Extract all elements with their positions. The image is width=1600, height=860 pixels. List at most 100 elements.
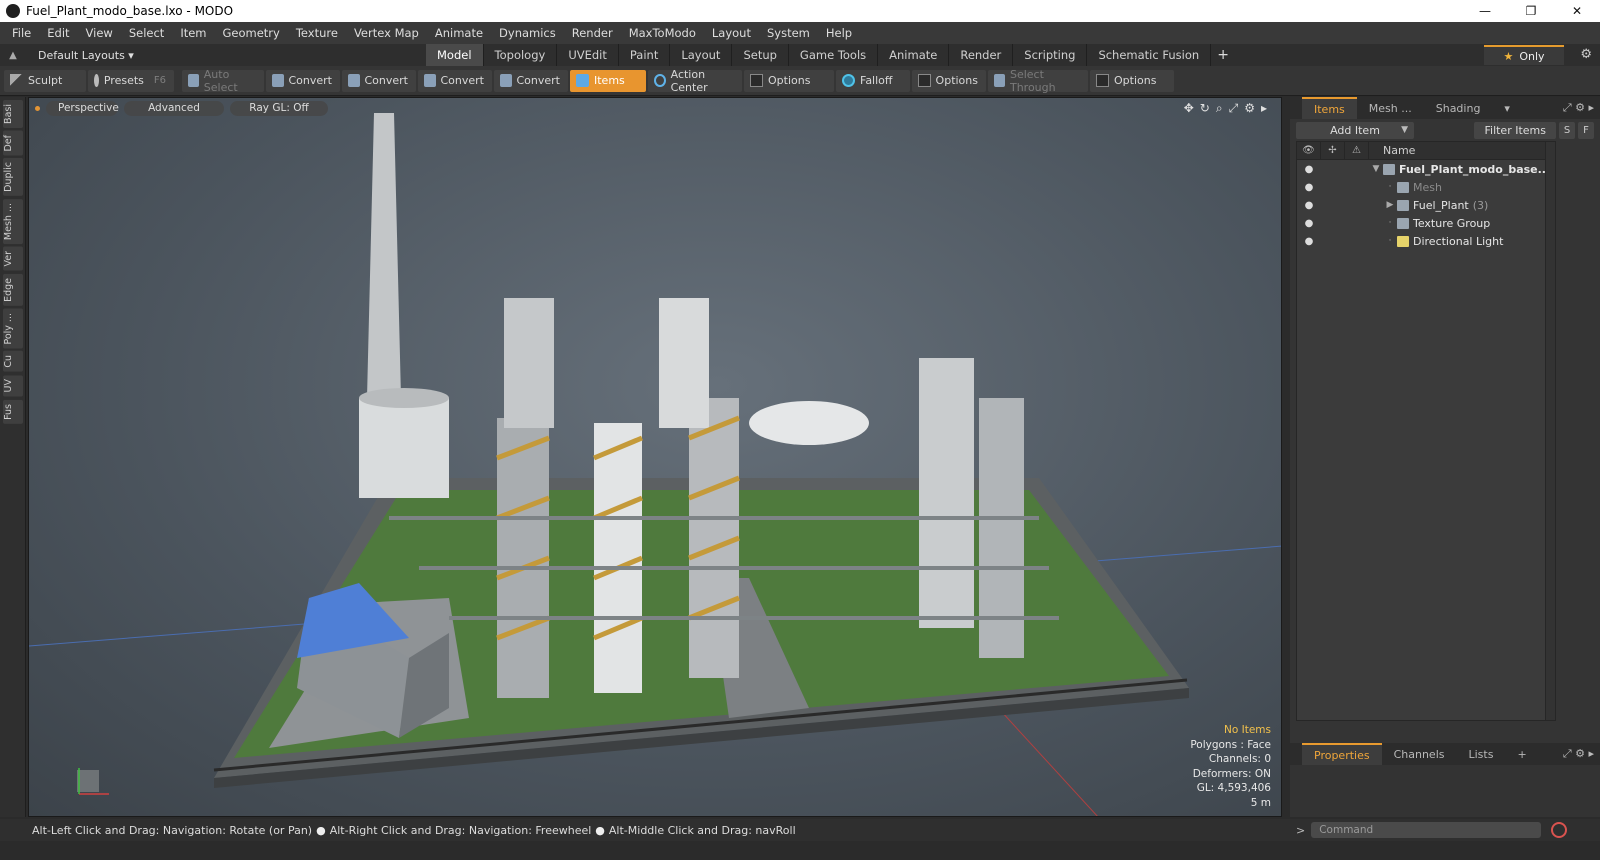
name-column-header[interactable]: Name bbox=[1369, 144, 1415, 157]
tab-topology[interactable]: Topology bbox=[484, 44, 558, 66]
falloff-options-button[interactable]: Options bbox=[912, 69, 986, 92]
minimize-button[interactable]: — bbox=[1462, 0, 1508, 22]
s-button[interactable]: S bbox=[1559, 121, 1575, 139]
rotate-icon[interactable]: ↻ bbox=[1200, 101, 1210, 116]
add-item-button[interactable]: Add Item ▼ bbox=[1296, 121, 1414, 139]
sculpt-button[interactable]: Sculpt bbox=[4, 69, 86, 92]
add-tab-icon[interactable]: + bbox=[1211, 44, 1235, 66]
pin-icon[interactable]: ▲ bbox=[0, 50, 26, 61]
record-macro-icon[interactable] bbox=[1551, 822, 1568, 838]
tab-uvedit[interactable]: UVEdit bbox=[557, 44, 619, 66]
zoom-icon[interactable]: ⌕ bbox=[1216, 101, 1223, 116]
menu-edit[interactable]: Edit bbox=[39, 26, 77, 40]
strip-tab-vertex[interactable]: Ver bbox=[2, 247, 23, 271]
list-item[interactable]: ● · Mesh bbox=[1297, 178, 1555, 196]
menu-vertex-map[interactable]: Vertex Map bbox=[346, 26, 427, 40]
menu-animate[interactable]: Animate bbox=[427, 26, 491, 40]
items-mode-button[interactable]: Items bbox=[570, 69, 646, 92]
tab-layout[interactable]: Layout bbox=[670, 44, 733, 66]
layouts-dropdown[interactable]: Default Layouts ▾ bbox=[26, 49, 426, 62]
close-button[interactable]: ✕ bbox=[1554, 0, 1600, 22]
menu-render[interactable]: Render bbox=[564, 26, 621, 40]
panel-expand-icon[interactable]: ⤢ ⚙ ▸ bbox=[1563, 101, 1594, 115]
strip-tab-deform[interactable]: Def bbox=[2, 130, 23, 156]
eye-icon[interactable]: ● bbox=[1297, 218, 1321, 229]
list-item[interactable]: ● · Texture Group bbox=[1297, 214, 1555, 232]
tab-items[interactable]: Items bbox=[1302, 97, 1357, 119]
menu-dynamics[interactable]: Dynamics bbox=[491, 26, 564, 40]
tab-game-tools[interactable]: Game Tools bbox=[789, 44, 879, 66]
view-mode-dropdown[interactable]: Perspective bbox=[46, 100, 119, 116]
properties-expand-icon[interactable]: ⤢ ⚙ ▸ bbox=[1563, 747, 1594, 761]
panel-tabs-dropdown-icon[interactable]: ▾ bbox=[1492, 97, 1522, 119]
collapse-arrow-icon[interactable]: ▼ bbox=[1369, 164, 1383, 174]
tab-animate[interactable]: Animate bbox=[878, 44, 950, 66]
action-center-options-button[interactable]: Options bbox=[744, 69, 834, 92]
convert-edge-button[interactable]: Convert bbox=[342, 69, 416, 92]
list-item[interactable]: ● ▼ Fuel_Plant_modo_base.... bbox=[1297, 160, 1555, 178]
eye-icon[interactable]: ● bbox=[1297, 182, 1321, 193]
viewport-menu-icon[interactable] bbox=[35, 105, 40, 111]
tab-properties[interactable]: Properties bbox=[1302, 743, 1382, 765]
strip-tab-fusion[interactable]: Fus bbox=[2, 399, 23, 424]
expand-arrow-icon[interactable]: ▶ bbox=[1383, 200, 1397, 210]
menu-select[interactable]: Select bbox=[121, 26, 172, 40]
convert-polygon-button[interactable]: Convert bbox=[418, 69, 492, 92]
tab-mesh[interactable]: Mesh ... bbox=[1357, 97, 1424, 119]
type-column-icon[interactable]: ⚠ bbox=[1345, 141, 1369, 160]
tab-model[interactable]: Model bbox=[426, 44, 484, 66]
menu-help[interactable]: Help bbox=[818, 26, 860, 40]
presets-button[interactable]: Presets F6 bbox=[88, 69, 174, 92]
tab-channels[interactable]: Channels bbox=[1382, 743, 1457, 765]
gear-icon[interactable]: ⚙ bbox=[1580, 47, 1592, 62]
f-button[interactable]: F bbox=[1578, 121, 1594, 139]
visibility-column-icon[interactable]: 👁 bbox=[1297, 141, 1321, 160]
maximize-button[interactable]: ❐ bbox=[1508, 0, 1554, 22]
viewport-gear-icon[interactable]: ⚙ bbox=[1244, 101, 1255, 116]
strip-tab-uv[interactable]: UV bbox=[2, 375, 23, 397]
item-tree-scrollbar[interactable] bbox=[1545, 142, 1555, 720]
tab-shading[interactable]: Shading bbox=[1424, 97, 1493, 119]
strip-tab-basic[interactable]: Basi bbox=[2, 100, 23, 128]
strip-tab-curve[interactable]: Cu bbox=[2, 351, 23, 373]
menu-item[interactable]: Item bbox=[172, 26, 214, 40]
strip-tab-polygon[interactable]: Poly ... bbox=[2, 308, 23, 349]
menu-system[interactable]: System bbox=[759, 26, 818, 40]
strip-tab-mesh[interactable]: Mesh ... bbox=[2, 199, 23, 245]
command-input[interactable] bbox=[1311, 822, 1542, 838]
tab-schematic-fusion[interactable]: Schematic Fusion bbox=[1087, 44, 1212, 66]
tab-lists[interactable]: Lists bbox=[1457, 743, 1506, 765]
convert-vertex-button[interactable]: Convert bbox=[266, 69, 340, 92]
strip-tab-duplicate[interactable]: Duplic bbox=[2, 158, 23, 197]
tab-scripting[interactable]: Scripting bbox=[1013, 44, 1088, 66]
viewport-more-icon[interactable]: ▸ bbox=[1261, 101, 1267, 116]
list-item[interactable]: ● · Directional Light bbox=[1297, 232, 1555, 250]
select-through-button[interactable]: Select Through bbox=[988, 68, 1088, 94]
lock-column-icon[interactable]: ✢ bbox=[1321, 141, 1345, 160]
tab-render[interactable]: Render bbox=[949, 44, 1014, 66]
falloff-button[interactable]: Falloff bbox=[836, 69, 910, 92]
raygl-toggle[interactable]: Ray GL: Off bbox=[230, 100, 328, 116]
tab-setup[interactable]: Setup bbox=[732, 44, 789, 66]
auto-select-button[interactable]: Auto Select bbox=[182, 68, 264, 94]
menu-file[interactable]: File bbox=[4, 26, 39, 40]
add-tab-icon[interactable]: + bbox=[1505, 743, 1538, 765]
strip-tab-edge[interactable]: Edge bbox=[2, 273, 23, 306]
shading-dropdown[interactable]: Advanced bbox=[124, 100, 224, 116]
select-through-options-button[interactable]: Options bbox=[1090, 69, 1174, 92]
menu-layout[interactable]: Layout bbox=[704, 26, 759, 40]
tab-paint[interactable]: Paint bbox=[619, 44, 671, 66]
convert-material-button[interactable]: Convert bbox=[494, 69, 568, 92]
list-item[interactable]: ● ▶ Fuel_Plant (3) bbox=[1297, 196, 1555, 214]
filter-items-button[interactable]: Filter Items bbox=[1474, 121, 1556, 139]
only-button[interactable]: ★ Only bbox=[1484, 45, 1564, 65]
eye-icon[interactable]: ● bbox=[1297, 164, 1321, 175]
menu-texture[interactable]: Texture bbox=[288, 26, 346, 40]
menu-view[interactable]: View bbox=[78, 26, 121, 40]
pan-icon[interactable]: ✥ bbox=[1184, 101, 1194, 116]
menu-maxtomodo[interactable]: MaxToModo bbox=[621, 26, 704, 40]
fit-icon[interactable]: ⤢ bbox=[1229, 101, 1239, 116]
3d-viewport[interactable]: Perspective Advanced Ray GL: Off ✥ ↻ ⌕ ⤢… bbox=[28, 97, 1282, 817]
eye-icon[interactable]: ● bbox=[1297, 200, 1321, 211]
menu-geometry[interactable]: Geometry bbox=[215, 26, 288, 40]
